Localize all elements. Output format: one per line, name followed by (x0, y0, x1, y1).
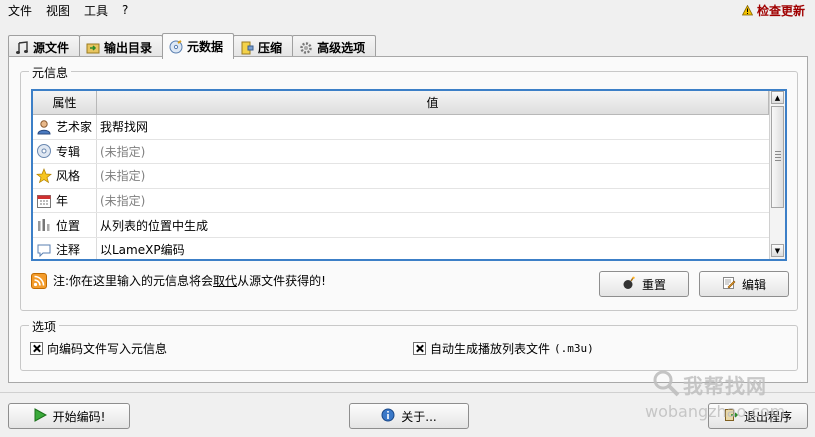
comment-icon (36, 242, 52, 258)
tab-source-files-label: 源文件 (33, 41, 70, 55)
table-header: 属性 值 (33, 91, 769, 115)
options-group-title: 选项 (29, 318, 60, 335)
rss-icon (31, 272, 47, 289)
menu-file[interactable]: 文件 (8, 2, 32, 19)
row-key-label: 注释 (56, 243, 81, 258)
folder-arrow-icon (86, 41, 100, 55)
cell-key: 位置 (33, 213, 97, 237)
row-key-label: 风格 (56, 169, 81, 184)
cell-key: 艺术家 (33, 115, 97, 139)
cell-key: 年 (33, 188, 97, 213)
menu-bar: 文件 视图 工具 ? (0, 0, 815, 20)
info-icon (381, 408, 395, 425)
cell-value[interactable]: 我帮找网 (97, 115, 769, 139)
options-group: 选项 向编码文件写入元信息 自动生成播放列表文件 (.m3u) (20, 318, 798, 371)
cell-value[interactable]: (未指定) (97, 140, 769, 164)
row-key-label: 年 (56, 194, 69, 209)
table-row-position[interactable]: 位置 从列表的位置中生成 (33, 213, 769, 238)
reset-label: 重置 (641, 277, 666, 292)
table-row-album[interactable]: 专辑 (未指定) (33, 139, 769, 165)
metadata-note: 注:你在这里输入的元信息将会取代从源文件获得的! (31, 272, 326, 289)
tab-bar: 源文件 输出目录 元数据 压缩 高级选项 (8, 33, 377, 59)
cell-value[interactable]: 以LameXP编码 (97, 238, 769, 259)
scroll-down-button[interactable]: ▼ (771, 244, 784, 257)
header-value[interactable]: 值 (97, 91, 769, 114)
auto-playlist-label: 自动生成播放列表文件 (430, 342, 551, 356)
note-prefix: 注:你在这里输入的元信息将会 (53, 274, 214, 288)
menu-tools[interactable]: 工具 (84, 2, 108, 19)
exit-button[interactable]: 退出程序 (708, 403, 808, 429)
write-metadata-label: 向编码文件写入元信息 (47, 342, 168, 356)
row-key-label: 位置 (56, 218, 81, 233)
playlist-ext-label: (.m3u) (554, 342, 594, 355)
calendar-icon (36, 193, 52, 209)
metadata-group: 元信息 属性 值 艺术家 我帮找网 专辑 (未指定) 风格 (未指定) 年 (未… (20, 64, 798, 311)
edit-label: 编辑 (741, 277, 766, 292)
bottom-divider (0, 392, 815, 393)
cell-key: 专辑 (33, 139, 97, 164)
table-row-year[interactable]: 年 (未指定) (33, 188, 769, 214)
cell-value[interactable]: (未指定) (97, 164, 769, 188)
note-emphasis: 取代 (213, 274, 238, 288)
music-note-icon (15, 40, 29, 55)
start-label: 开始编码! (52, 409, 106, 424)
table-row-comment[interactable]: 注释 以LameXP编码 (33, 237, 769, 259)
metadata-panel: 元信息 属性 值 艺术家 我帮找网 专辑 (未指定) 风格 (未指定) 年 (未… (8, 56, 808, 383)
check-update-link[interactable]: 检查更新 (741, 2, 805, 19)
star-icon (36, 168, 52, 184)
edit-button[interactable]: 编辑 (699, 271, 789, 297)
menu-help[interactable]: ? (122, 3, 128, 17)
position-icon (36, 217, 52, 233)
vertical-scrollbar[interactable]: ▲ ▼ (769, 91, 785, 259)
menu-view[interactable]: 视图 (46, 2, 70, 19)
play-icon (33, 407, 47, 425)
cell-value[interactable]: (未指定) (97, 189, 769, 213)
write-metadata-checkbox[interactable]: 向编码文件写入元信息 (30, 340, 167, 357)
edit-icon (722, 276, 736, 293)
exit-icon (724, 408, 739, 425)
about-button[interactable]: 关于... (349, 403, 469, 429)
note-text: 注:你在这里输入的元信息将会取代从源文件获得的! (53, 272, 326, 289)
about-label: 关于... (401, 409, 437, 424)
cd-icon (36, 143, 52, 159)
reset-button[interactable]: 重置 (599, 271, 689, 297)
metadata-disc-icon (169, 39, 183, 54)
tab-output-dir-label: 输出目录 (104, 41, 153, 55)
note-suffix: 从源文件获得的! (237, 274, 326, 288)
cell-key: 注释 (33, 237, 97, 259)
cell-key: 风格 (33, 164, 97, 188)
cell-value[interactable]: 从列表的位置中生成 (97, 213, 769, 237)
start-encoding-button[interactable]: 开始编码! (8, 403, 130, 429)
scroll-thumb[interactable] (771, 106, 784, 208)
exit-label: 退出程序 (743, 409, 792, 424)
tab-advanced-label: 高级选项 (317, 41, 366, 55)
checkbox-checked-icon[interactable] (413, 342, 426, 355)
bomb-icon (622, 276, 636, 293)
compress-icon (240, 41, 254, 55)
tab-metadata[interactable]: 元数据 (162, 33, 235, 59)
gear-icon (299, 41, 313, 55)
table-row-artist[interactable]: 艺术家 我帮找网 (33, 115, 769, 140)
metadata-table[interactable]: 属性 值 艺术家 我帮找网 专辑 (未指定) 风格 (未指定) 年 (未指定) … (31, 89, 787, 261)
tab-metadata-label: 元数据 (187, 40, 224, 54)
check-update-label: 检查更新 (756, 4, 805, 18)
row-key-label: 专辑 (56, 144, 81, 159)
row-key-label: 艺术家 (56, 120, 93, 135)
metadata-group-title: 元信息 (29, 64, 72, 81)
person-icon (36, 119, 52, 135)
warning-icon (741, 4, 754, 16)
scroll-up-button[interactable]: ▲ (771, 91, 784, 104)
auto-playlist-checkbox[interactable]: 自动生成播放列表文件 (.m3u) (413, 340, 594, 357)
checkbox-checked-icon[interactable] (30, 342, 43, 355)
grip-icon (775, 151, 781, 161)
header-property[interactable]: 属性 (33, 91, 97, 114)
table-row-genre[interactable]: 风格 (未指定) (33, 164, 769, 189)
tab-compression-label: 压缩 (258, 41, 283, 55)
